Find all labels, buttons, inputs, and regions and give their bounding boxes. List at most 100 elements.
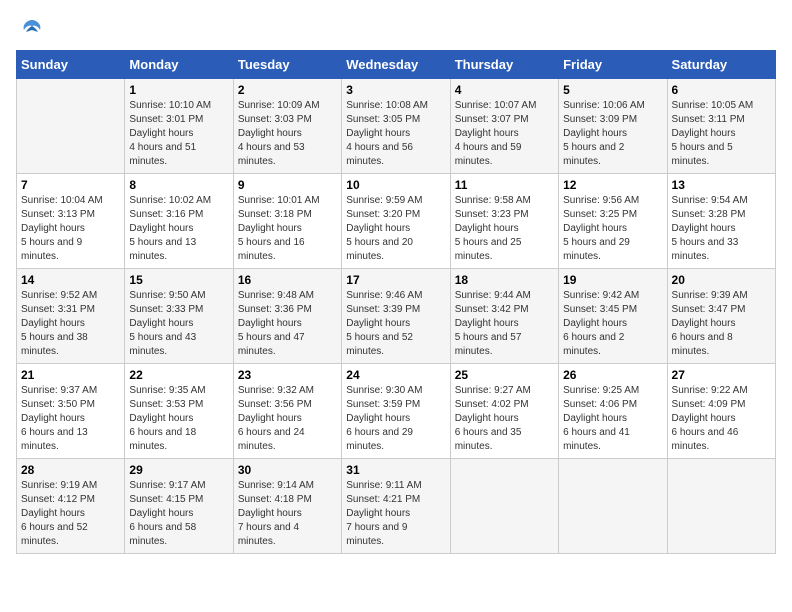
day-detail: Sunrise: 9:37 AM Sunset: 3:50 PM Dayligh…: [21, 384, 120, 454]
calendar-day-cell: 15 Sunrise: 9:50 AM Sunset: 3:33 PM Dayl…: [125, 269, 233, 364]
calendar-week-row: 14 Sunrise: 9:52 AM Sunset: 3:31 PM Dayl…: [17, 269, 776, 364]
day-number: 30: [238, 463, 337, 477]
day-detail: Sunrise: 9:39 AM Sunset: 3:47 PM Dayligh…: [672, 289, 771, 359]
day-number: 17: [346, 273, 445, 287]
calendar-day-cell: 2 Sunrise: 10:09 AM Sunset: 3:03 PM Dayl…: [233, 79, 341, 174]
day-number: 25: [455, 368, 554, 382]
logo-bird-icon: [18, 16, 46, 44]
day-detail: Sunrise: 9:32 AM Sunset: 3:56 PM Dayligh…: [238, 384, 337, 454]
day-number: 13: [672, 178, 771, 192]
calendar-day-cell: 18 Sunrise: 9:44 AM Sunset: 3:42 PM Dayl…: [450, 269, 558, 364]
day-number: 2: [238, 83, 337, 97]
calendar-day-cell: 29 Sunrise: 9:17 AM Sunset: 4:15 PM Dayl…: [125, 459, 233, 554]
calendar-day-cell: 31 Sunrise: 9:11 AM Sunset: 4:21 PM Dayl…: [342, 459, 450, 554]
day-detail: Sunrise: 9:11 AM Sunset: 4:21 PM Dayligh…: [346, 479, 445, 549]
day-number: 10: [346, 178, 445, 192]
calendar-day-cell: 30 Sunrise: 9:14 AM Sunset: 4:18 PM Dayl…: [233, 459, 341, 554]
day-detail: Sunrise: 9:48 AM Sunset: 3:36 PM Dayligh…: [238, 289, 337, 359]
calendar-day-cell: 14 Sunrise: 9:52 AM Sunset: 3:31 PM Dayl…: [17, 269, 125, 364]
day-number: 18: [455, 273, 554, 287]
day-number: 22: [129, 368, 228, 382]
weekday-header-cell: Sunday: [17, 51, 125, 79]
calendar-day-cell: [559, 459, 667, 554]
calendar-day-cell: 25 Sunrise: 9:27 AM Sunset: 4:02 PM Dayl…: [450, 364, 558, 459]
calendar-day-cell: [450, 459, 558, 554]
calendar-day-cell: 28 Sunrise: 9:19 AM Sunset: 4:12 PM Dayl…: [17, 459, 125, 554]
weekday-header-cell: Saturday: [667, 51, 775, 79]
calendar-day-cell: 13 Sunrise: 9:54 AM Sunset: 3:28 PM Dayl…: [667, 174, 775, 269]
day-detail: Sunrise: 9:25 AM Sunset: 4:06 PM Dayligh…: [563, 384, 662, 454]
calendar-day-cell: 24 Sunrise: 9:30 AM Sunset: 3:59 PM Dayl…: [342, 364, 450, 459]
day-detail: Sunrise: 9:52 AM Sunset: 3:31 PM Dayligh…: [21, 289, 120, 359]
calendar-day-cell: 5 Sunrise: 10:06 AM Sunset: 3:09 PM Dayl…: [559, 79, 667, 174]
day-detail: Sunrise: 9:46 AM Sunset: 3:39 PM Dayligh…: [346, 289, 445, 359]
calendar-table: SundayMondayTuesdayWednesdayThursdayFrid…: [16, 50, 776, 554]
day-detail: Sunrise: 9:56 AM Sunset: 3:25 PM Dayligh…: [563, 194, 662, 264]
day-number: 15: [129, 273, 228, 287]
day-number: 9: [238, 178, 337, 192]
calendar-day-cell: 1 Sunrise: 10:10 AM Sunset: 3:01 PM Dayl…: [125, 79, 233, 174]
calendar-day-cell: 10 Sunrise: 9:59 AM Sunset: 3:20 PM Dayl…: [342, 174, 450, 269]
calendar-day-cell: 26 Sunrise: 9:25 AM Sunset: 4:06 PM Dayl…: [559, 364, 667, 459]
calendar-day-cell: [17, 79, 125, 174]
calendar-day-cell: 4 Sunrise: 10:07 AM Sunset: 3:07 PM Dayl…: [450, 79, 558, 174]
day-detail: Sunrise: 9:14 AM Sunset: 4:18 PM Dayligh…: [238, 479, 337, 549]
calendar-day-cell: 11 Sunrise: 9:58 AM Sunset: 3:23 PM Dayl…: [450, 174, 558, 269]
calendar-week-row: 28 Sunrise: 9:19 AM Sunset: 4:12 PM Dayl…: [17, 459, 776, 554]
weekday-header-cell: Friday: [559, 51, 667, 79]
calendar-day-cell: 12 Sunrise: 9:56 AM Sunset: 3:25 PM Dayl…: [559, 174, 667, 269]
day-number: 1: [129, 83, 228, 97]
day-detail: Sunrise: 10:05 AM Sunset: 3:11 PM Daylig…: [672, 99, 771, 169]
day-detail: Sunrise: 10:10 AM Sunset: 3:01 PM Daylig…: [129, 99, 228, 169]
day-number: 19: [563, 273, 662, 287]
day-number: 4: [455, 83, 554, 97]
calendar-day-cell: 3 Sunrise: 10:08 AM Sunset: 3:05 PM Dayl…: [342, 79, 450, 174]
calendar-day-cell: 6 Sunrise: 10:05 AM Sunset: 3:11 PM Dayl…: [667, 79, 775, 174]
day-detail: Sunrise: 9:50 AM Sunset: 3:33 PM Dayligh…: [129, 289, 228, 359]
day-detail: Sunrise: 10:07 AM Sunset: 3:07 PM Daylig…: [455, 99, 554, 169]
calendar-day-cell: [667, 459, 775, 554]
calendar-day-cell: 21 Sunrise: 9:37 AM Sunset: 3:50 PM Dayl…: [17, 364, 125, 459]
calendar-day-cell: 23 Sunrise: 9:32 AM Sunset: 3:56 PM Dayl…: [233, 364, 341, 459]
day-number: 11: [455, 178, 554, 192]
calendar-day-cell: 16 Sunrise: 9:48 AM Sunset: 3:36 PM Dayl…: [233, 269, 341, 364]
day-number: 28: [21, 463, 120, 477]
day-detail: Sunrise: 10:06 AM Sunset: 3:09 PM Daylig…: [563, 99, 662, 169]
calendar-week-row: 7 Sunrise: 10:04 AM Sunset: 3:13 PM Dayl…: [17, 174, 776, 269]
day-number: 6: [672, 83, 771, 97]
calendar-day-cell: 22 Sunrise: 9:35 AM Sunset: 3:53 PM Dayl…: [125, 364, 233, 459]
weekday-header-cell: Thursday: [450, 51, 558, 79]
calendar-week-row: 1 Sunrise: 10:10 AM Sunset: 3:01 PM Dayl…: [17, 79, 776, 174]
day-number: 3: [346, 83, 445, 97]
calendar-day-cell: 20 Sunrise: 9:39 AM Sunset: 3:47 PM Dayl…: [667, 269, 775, 364]
day-detail: Sunrise: 9:42 AM Sunset: 3:45 PM Dayligh…: [563, 289, 662, 359]
day-detail: Sunrise: 9:27 AM Sunset: 4:02 PM Dayligh…: [455, 384, 554, 454]
day-detail: Sunrise: 9:35 AM Sunset: 3:53 PM Dayligh…: [129, 384, 228, 454]
weekday-header-cell: Monday: [125, 51, 233, 79]
calendar-day-cell: 7 Sunrise: 10:04 AM Sunset: 3:13 PM Dayl…: [17, 174, 125, 269]
calendar-day-cell: 19 Sunrise: 9:42 AM Sunset: 3:45 PM Dayl…: [559, 269, 667, 364]
day-number: 23: [238, 368, 337, 382]
day-number: 21: [21, 368, 120, 382]
calendar-day-cell: 27 Sunrise: 9:22 AM Sunset: 4:09 PM Dayl…: [667, 364, 775, 459]
calendar-day-cell: 9 Sunrise: 10:01 AM Sunset: 3:18 PM Dayl…: [233, 174, 341, 269]
day-detail: Sunrise: 10:04 AM Sunset: 3:13 PM Daylig…: [21, 194, 120, 264]
calendar-week-row: 21 Sunrise: 9:37 AM Sunset: 3:50 PM Dayl…: [17, 364, 776, 459]
weekday-header-cell: Tuesday: [233, 51, 341, 79]
day-detail: Sunrise: 9:58 AM Sunset: 3:23 PM Dayligh…: [455, 194, 554, 264]
day-detail: Sunrise: 10:02 AM Sunset: 3:16 PM Daylig…: [129, 194, 228, 264]
day-detail: Sunrise: 9:44 AM Sunset: 3:42 PM Dayligh…: [455, 289, 554, 359]
day-number: 14: [21, 273, 120, 287]
day-detail: Sunrise: 10:09 AM Sunset: 3:03 PM Daylig…: [238, 99, 337, 169]
day-number: 12: [563, 178, 662, 192]
day-detail: Sunrise: 9:22 AM Sunset: 4:09 PM Dayligh…: [672, 384, 771, 454]
weekday-header-cell: Wednesday: [342, 51, 450, 79]
weekday-header-row: SundayMondayTuesdayWednesdayThursdayFrid…: [17, 51, 776, 79]
day-detail: Sunrise: 9:30 AM Sunset: 3:59 PM Dayligh…: [346, 384, 445, 454]
calendar-day-cell: 17 Sunrise: 9:46 AM Sunset: 3:39 PM Dayl…: [342, 269, 450, 364]
day-number: 5: [563, 83, 662, 97]
day-number: 27: [672, 368, 771, 382]
day-detail: Sunrise: 9:54 AM Sunset: 3:28 PM Dayligh…: [672, 194, 771, 264]
header: [16, 16, 776, 40]
day-number: 8: [129, 178, 228, 192]
